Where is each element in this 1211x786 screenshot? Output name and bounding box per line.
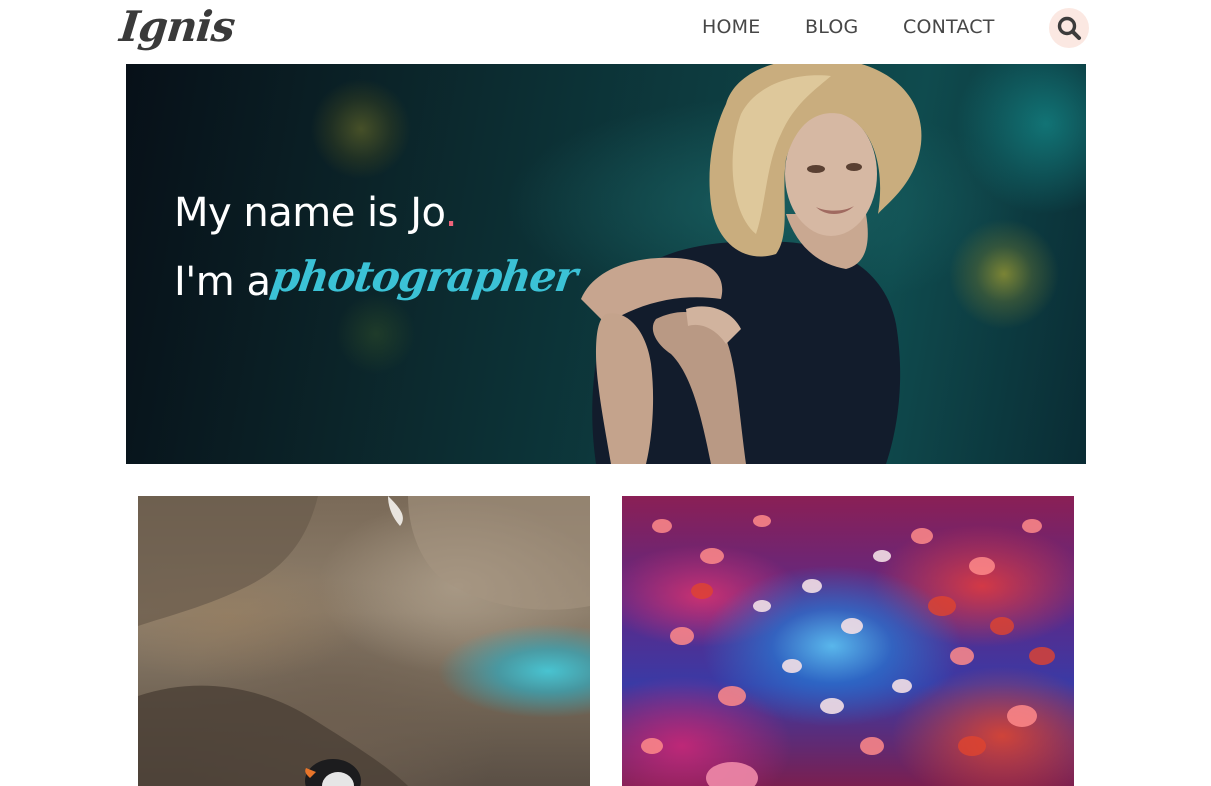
nav-contact-link[interactable]: CONTACT [903,16,995,38]
nav-blog-link[interactable]: BLOG [805,16,858,38]
hero-name-dot: . [444,190,458,236]
jellyfish-image [641,515,1055,786]
hero-heading-prefix: I'm a [174,259,271,305]
search-icon [1057,16,1081,40]
search-button[interactable] [1049,8,1089,48]
penguin-image [138,496,590,786]
hero-name-text: My name is Jo [174,190,445,236]
nav-home-link[interactable]: HOME [702,16,760,38]
gallery-card-jellyfish[interactable] [622,496,1074,786]
site-header: Ignis HOME BLOG CONTACT [0,0,1211,64]
main-nav: HOME BLOG CONTACT [0,16,1211,40]
hero-heading-accent: photographer [267,252,580,301]
gallery-card-penguin[interactable] [138,496,590,786]
hero-banner: My name is Jo. I'm a photographer [126,64,1086,464]
hero-heading-name: My name is Jo. [174,190,458,236]
